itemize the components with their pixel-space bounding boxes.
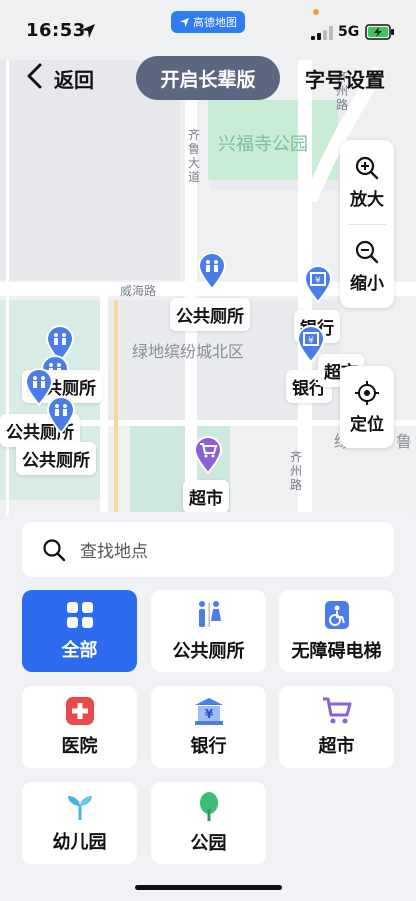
zoom-in-label: 放大 bbox=[350, 189, 384, 210]
category-label: 幼儿园 bbox=[52, 832, 107, 853]
category-park[interactable]: 公园 bbox=[151, 782, 266, 864]
map-label-district: 绿地缤纷城北区 bbox=[132, 342, 245, 361]
status-bar: 16:53 高德地图 5G bbox=[0, 0, 416, 60]
bank-icon: ¥ bbox=[194, 698, 223, 725]
zoom-in-icon bbox=[355, 156, 379, 179]
locate-label: 定位 bbox=[350, 414, 384, 435]
zoom-out-button[interactable]: 缩小 bbox=[340, 224, 394, 308]
app-badge-label: 高德地图 bbox=[193, 16, 237, 29]
signal-icon bbox=[311, 26, 333, 40]
accessible-elevator-icon bbox=[324, 601, 349, 629]
search-placeholder: 查找地点 bbox=[80, 542, 148, 562]
app-badge[interactable]: 高德地图 bbox=[171, 11, 245, 33]
back-button[interactable]: 返回 bbox=[54, 64, 94, 93]
navigation-icon bbox=[179, 17, 190, 27]
bank-pin-icon[interactable]: ¥ bbox=[303, 265, 333, 303]
search-bar[interactable]: 查找地点 bbox=[22, 522, 394, 577]
category-label: 银行 bbox=[190, 736, 227, 757]
tree-icon bbox=[199, 792, 218, 821]
street-label-weihai: 威海路 bbox=[120, 284, 157, 298]
map-label-fragment-2: 鲁 bbox=[396, 432, 413, 451]
svg-text:¥: ¥ bbox=[204, 707, 213, 721]
search-icon bbox=[43, 538, 66, 561]
battery-charging-icon bbox=[365, 24, 394, 40]
category-all[interactable]: 全部 bbox=[22, 590, 137, 672]
locate-crosshair-icon bbox=[355, 380, 379, 405]
font-size-setting-button[interactable]: 字号设置 bbox=[305, 64, 385, 93]
category-bank[interactable]: ¥ 银行 bbox=[151, 686, 266, 768]
poi-label-toilet[interactable]: 公共厕所 bbox=[170, 298, 250, 331]
zoom-out-label: 缩小 bbox=[350, 273, 384, 294]
back-chevron-icon[interactable] bbox=[24, 63, 46, 89]
category-label: 公共厕所 bbox=[172, 641, 245, 662]
cart-icon bbox=[322, 697, 351, 724]
toilet-icon bbox=[198, 601, 221, 627]
zoom-controls: 放大 缩小 bbox=[340, 140, 394, 308]
poi-label-market[interactable]: 超市 bbox=[183, 480, 229, 513]
toilet-pin-icon[interactable] bbox=[197, 252, 227, 290]
street-label-qizhou-2: 齐州路 bbox=[290, 450, 303, 492]
category-kindergarten[interactable]: 幼儿园 bbox=[22, 782, 137, 864]
map-label-park: 兴福寺公园 bbox=[218, 134, 308, 155]
status-time: 16:53 bbox=[26, 20, 86, 41]
svg-text:¥: ¥ bbox=[308, 336, 314, 346]
zoom-in-button[interactable]: 放大 bbox=[340, 140, 394, 224]
grid-icon bbox=[66, 602, 93, 628]
category-toilet[interactable]: 公共厕所 bbox=[151, 590, 266, 672]
street-label-qilu: 齐鲁大道 bbox=[188, 128, 201, 184]
location-arrow-icon bbox=[81, 24, 95, 38]
category-label: 全部 bbox=[61, 640, 98, 661]
hospital-cross-icon bbox=[65, 697, 94, 725]
cart-pin-icon[interactable] bbox=[193, 436, 223, 474]
category-label: 无障碍电梯 bbox=[291, 641, 382, 662]
locate-button[interactable]: 定位 bbox=[340, 366, 394, 448]
zoom-out-icon bbox=[355, 240, 379, 263]
category-label: 公园 bbox=[190, 833, 227, 854]
category-accessible-elevator[interactable]: 无障碍电梯 bbox=[279, 590, 394, 672]
category-supermarket[interactable]: 超市 bbox=[279, 686, 394, 768]
home-indicator[interactable] bbox=[135, 885, 282, 890]
poi-label-toilet[interactable]: 公共厕所 bbox=[16, 442, 96, 475]
category-hospital[interactable]: 医院 bbox=[22, 686, 137, 768]
category-label: 超市 bbox=[318, 736, 355, 757]
category-label: 医院 bbox=[61, 736, 98, 757]
toilet-pin-icon[interactable] bbox=[46, 396, 76, 434]
svg-text:¥: ¥ bbox=[315, 276, 321, 286]
sprout-icon bbox=[67, 796, 92, 820]
elder-mode-button[interactable]: 开启长辈版 bbox=[136, 56, 280, 100]
network-type: 5G bbox=[338, 24, 360, 40]
dot-indicator-icon bbox=[313, 9, 319, 15]
